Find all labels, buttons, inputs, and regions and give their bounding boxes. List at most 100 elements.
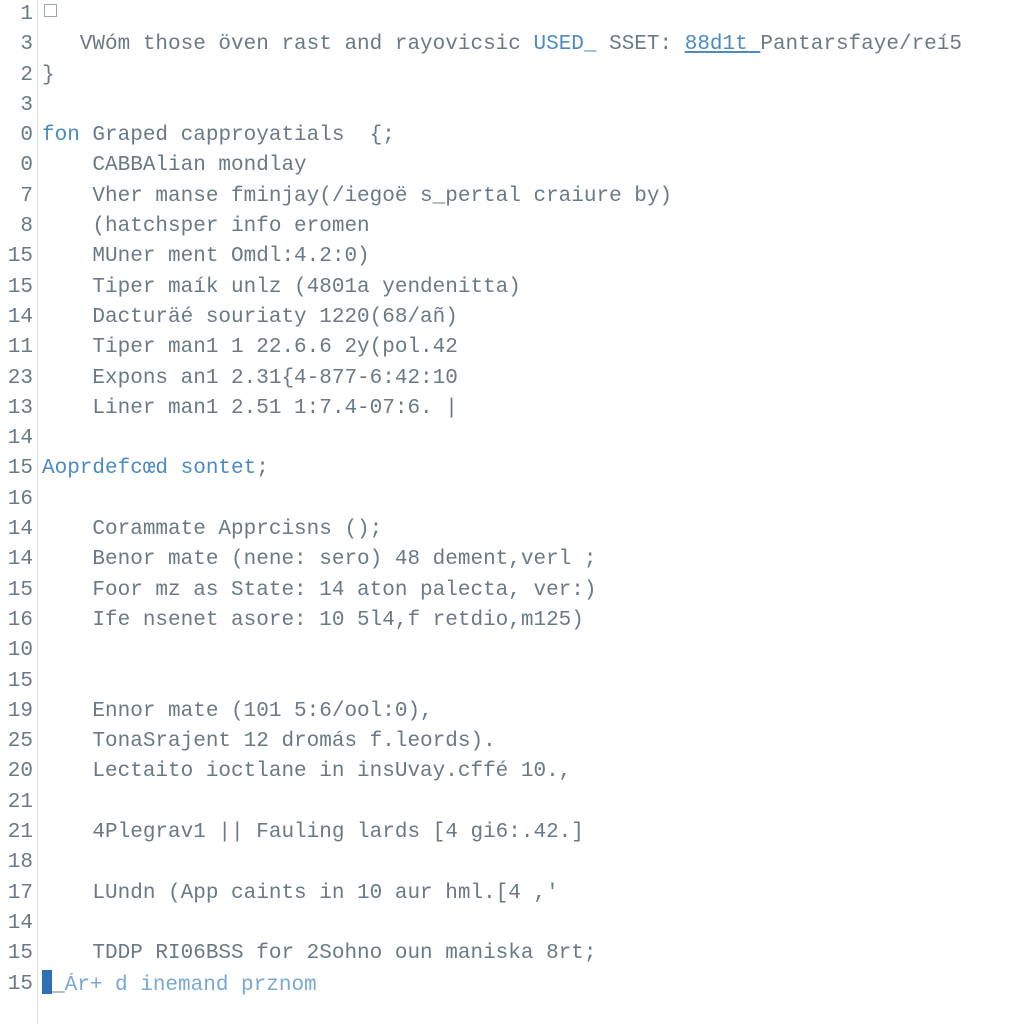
line-number: 14 xyxy=(0,303,33,333)
code-text: TonaSrajent 12 dromás f.leords). xyxy=(42,730,496,753)
code-line[interactable]: Vher manse fminjay(/iegoë s_pertal craiu… xyxy=(42,182,1024,212)
code-text: Vher manse fminjay(/iegoë s_pertal craiu… xyxy=(42,185,672,208)
line-number: 21 xyxy=(0,788,33,818)
code-line[interactable]: 4Plegrav1 || Fauling lards [4 gi6:.42.] xyxy=(42,818,1024,848)
code-line[interactable]: Benor mate (nene: sero) 48 dement,verl ; xyxy=(42,545,1024,575)
fold-marker-icon[interactable] xyxy=(44,4,57,17)
code-line[interactable]: CABBAlian mondlay xyxy=(42,151,1024,181)
code-line[interactable]: Ife nsenet asore: 10 5l4,f retdio,m125) xyxy=(42,606,1024,636)
code-line[interactable]: LUndn (App caints in 10 aur hml.[4 ,' xyxy=(42,879,1024,909)
code-line[interactable]: Tiper man1 1 22.6.6 2y(pol.42 xyxy=(42,333,1024,363)
line-number: 14 xyxy=(0,909,33,939)
line-number: 10 xyxy=(0,636,33,666)
code-text: Benor mate (nene: sero) 48 dement,verl ; xyxy=(42,548,597,571)
code-line[interactable]: _Ár+ d inemand prznom xyxy=(42,970,1024,1000)
line-number: 21 xyxy=(0,818,33,848)
code-text: Expons an1 2.31{4-877-6:42:10 xyxy=(42,367,458,390)
line-number: 3 xyxy=(0,91,33,121)
line-number: 15 xyxy=(0,576,33,606)
code-text: _ xyxy=(52,974,65,997)
code-line[interactable]: Lectaito ioctlane in insUvay.cffé 10., xyxy=(42,757,1024,787)
line-number: 20 xyxy=(0,757,33,787)
code-line[interactable]: Foor mz as State: 14 aton palecta, ver:) xyxy=(42,576,1024,606)
line-number-gutter: 1323007815151411231314151614141516101519… xyxy=(0,0,38,1024)
line-number: 18 xyxy=(0,848,33,878)
line-number: 16 xyxy=(0,485,33,515)
code-line[interactable] xyxy=(42,667,1024,697)
code-text: TDDP RI06BSS for 2Sohno oun maniska 8rt; xyxy=(42,942,597,965)
line-number: 3 xyxy=(0,30,33,60)
code-area[interactable]: VWóm those öven rast and rayovicsic USED… xyxy=(38,0,1024,1024)
code-line[interactable]: MUner ment Omdl:4.2:0) xyxy=(42,242,1024,272)
code-line[interactable]: } xyxy=(42,61,1024,91)
code-line[interactable] xyxy=(42,424,1024,454)
code-line[interactable]: VWóm those öven rast and rayovicsic USED… xyxy=(42,30,1024,60)
line-number: 23 xyxy=(0,364,33,394)
line-number: 17 xyxy=(0,879,33,909)
code-editor[interactable]: 1323007815151411231314151614141516101519… xyxy=(0,0,1024,1024)
code-text: (hatchsper info eromen xyxy=(42,215,370,238)
line-number: 14 xyxy=(0,424,33,454)
code-text: MUner ment Omdl:4.2:0) xyxy=(42,245,370,268)
code-line[interactable]: Tiper maík unlz (4801a yendenitta) xyxy=(42,273,1024,303)
code-line[interactable]: TDDP RI06BSS for 2Sohno oun maniska 8rt; xyxy=(42,939,1024,969)
code-text: SSET: xyxy=(597,33,685,56)
code-line[interactable] xyxy=(42,909,1024,939)
code-text: Graped capproyatials {; xyxy=(92,124,394,147)
code-text: Liner man1 2.51 1:7.4-07:6. | xyxy=(42,397,458,420)
code-line[interactable] xyxy=(42,485,1024,515)
code-line[interactable] xyxy=(42,91,1024,121)
line-number: 14 xyxy=(0,515,33,545)
code-text: VWóm those öven rast and rayovicsic xyxy=(42,33,533,56)
code-text: LUndn (App caints in 10 aur hml.[4 ,' xyxy=(42,882,559,905)
line-number: 15 xyxy=(0,939,33,969)
line-number: 14 xyxy=(0,545,33,575)
line-number: 15 xyxy=(0,242,33,272)
line-number: 15 xyxy=(0,454,33,484)
ghost-text: Ár+ d inemand prznom xyxy=(65,974,317,997)
code-line[interactable]: Corammate Apprcisns (); xyxy=(42,515,1024,545)
line-number: 8 xyxy=(0,212,33,242)
line-number: 25 xyxy=(0,727,33,757)
line-number: 15 xyxy=(0,273,33,303)
code-line[interactable]: fon Graped capproyatials {; xyxy=(42,121,1024,151)
code-text: Pantarsfaye/reí5 xyxy=(760,33,962,56)
line-number: 13 xyxy=(0,394,33,424)
line-number: 16 xyxy=(0,606,33,636)
text-cursor-icon xyxy=(42,970,52,994)
code-text: Ife nsenet asore: 10 5l4,f retdio,m125) xyxy=(42,609,584,632)
code-text: Foor mz as State: 14 aton palecta, ver:) xyxy=(42,579,597,602)
line-number: 1 xyxy=(0,0,33,30)
code-line[interactable]: Liner man1 2.51 1:7.4-07:6. | xyxy=(42,394,1024,424)
code-text: Tiper maík unlz (4801a yendenitta) xyxy=(42,276,521,299)
code-text: Ennor mate (101 5:6/ool:0), xyxy=(42,700,433,723)
line-number: 2 xyxy=(0,61,33,91)
code-line[interactable] xyxy=(42,788,1024,818)
code-text: Dacturäé souriaty 1220(68/añ) xyxy=(42,306,458,329)
code-line[interactable]: Expons an1 2.31{4-877-6:42:10 xyxy=(42,364,1024,394)
line-number: 11 xyxy=(0,333,33,363)
code-line[interactable]: Aoprdefcœd sontet; xyxy=(42,454,1024,484)
code-line[interactable]: Dacturäé souriaty 1220(68/añ) xyxy=(42,303,1024,333)
code-line[interactable]: Ennor mate (101 5:6/ool:0), xyxy=(42,697,1024,727)
code-line[interactable] xyxy=(42,0,1024,30)
code-text: Corammate Apprcisns (); xyxy=(42,518,382,541)
code-text: 4Plegrav1 || Fauling lards [4 gi6:.42.] xyxy=(42,821,584,844)
code-line[interactable] xyxy=(42,848,1024,878)
code-text: Lectaito ioctlane in insUvay.cffé 10., xyxy=(42,760,571,783)
code-link[interactable]: 88d1t xyxy=(685,33,761,56)
keyword: Aoprdefcœd sontet xyxy=(42,457,256,480)
code-line[interactable]: (hatchsper info eromen xyxy=(42,212,1024,242)
line-number: 15 xyxy=(0,667,33,697)
code-line[interactable] xyxy=(42,636,1024,666)
code-text: Tiper man1 1 22.6.6 2y(pol.42 xyxy=(42,336,458,359)
code-line[interactable]: TonaSrajent 12 dromás f.leords). xyxy=(42,727,1024,757)
line-number: 7 xyxy=(0,182,33,212)
line-number: 15 xyxy=(0,970,33,1000)
line-number: 0 xyxy=(0,151,33,181)
keyword: USED_ xyxy=(533,33,596,56)
code-text: } xyxy=(42,64,55,87)
keyword: fon xyxy=(42,124,92,147)
code-text: ; xyxy=(256,457,269,480)
code-text: CABBAlian mondlay xyxy=(42,154,307,177)
